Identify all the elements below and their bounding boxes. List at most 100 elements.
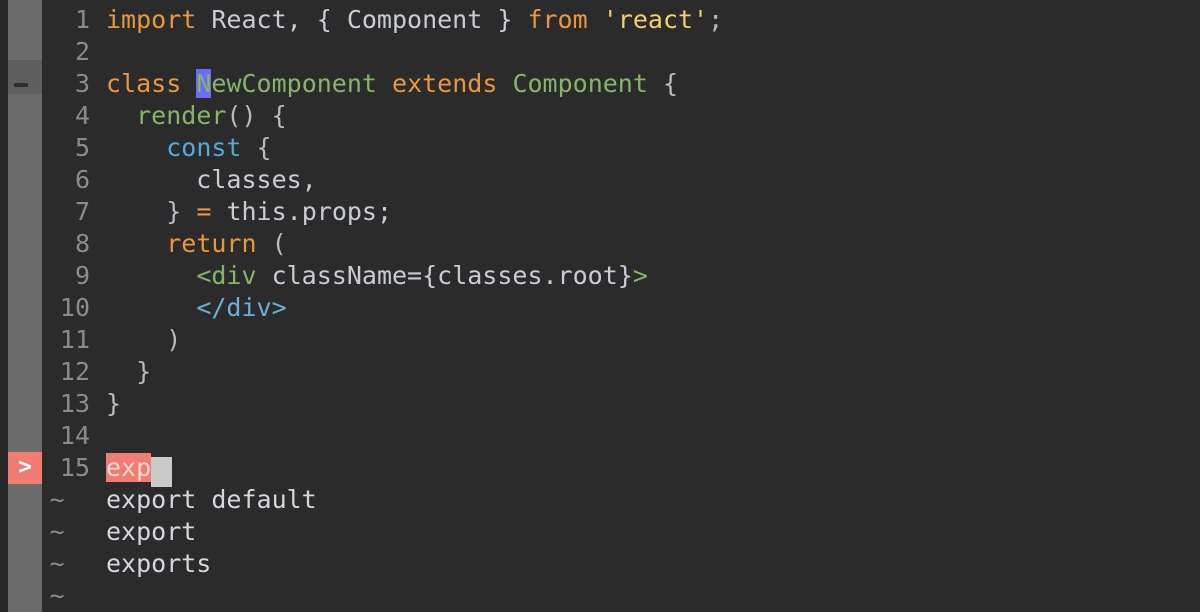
code-token: ( [256,229,287,258]
code-token: 'react' [602,5,709,34]
code-token: } [106,357,152,386]
suggestion-label[interactable]: export default [106,484,317,516]
code-line[interactable]: 7 } = this.props; [42,196,1200,228]
code-token: className={classes.root} [256,261,633,290]
text-cursor [151,457,173,487]
tilde-filler-icon: ~ [49,485,65,514]
code-token: ; [708,5,724,34]
line-number: 7 [74,197,90,226]
tilde-filler-icon: ~ [49,517,65,546]
code-token: { [662,69,679,98]
code-line-text[interactable]: </div> [106,292,287,324]
code-token: <div [196,261,257,290]
code-line[interactable]: 6 classes, [42,164,1200,196]
autocomplete-suggestion-item[interactable]: ~ [42,580,1200,612]
code-line-text[interactable]: class NewComponent extends Component { [106,68,678,100]
code-line[interactable]: 9 <div className={classes.root}> [42,260,1200,292]
line-number: 11 [59,325,90,354]
line-number: 4 [74,101,90,130]
code-token: render [136,101,227,130]
suggestion-label[interactable]: exports [106,548,211,580]
code-line[interactable]: 2 [42,36,1200,68]
error-line-marker[interactable]: > [8,452,42,484]
fold-dash-icon[interactable] [14,83,28,87]
code-line[interactable]: 15 exp [42,452,1200,487]
code-token: this.props; [211,197,393,226]
code-line-text[interactable]: render() { [106,100,287,132]
autocomplete-suggestion-item[interactable]: ~ exports [42,548,1200,580]
line-number: 6 [74,165,90,194]
code-line[interactable]: 4 render() { [42,100,1200,132]
code-token: classes, [106,165,317,194]
code-line[interactable]: 1 import React, { Component } from 'react… [42,4,1200,36]
code-line-text[interactable]: import React, { Component } from 'react'… [106,4,723,36]
code-line[interactable]: 5 const { [42,132,1200,164]
line-number: 2 [74,37,90,66]
editor-surface[interactable]: 1 import React, { Component } from 'react… [42,0,1200,612]
autocomplete-suggestion-item[interactable]: ~ export default [42,484,1200,516]
code-token: ewComponent [211,69,377,98]
code-token: > [632,261,648,290]
code-token-highlighted: exp [106,453,152,482]
code-line-text[interactable]: } = this.props; [106,196,392,228]
line-number: 8 [74,229,90,258]
code-token: return [166,229,257,258]
code-token: extends [392,69,498,98]
code-token: ) [106,325,182,354]
line-number: 3 [74,69,90,98]
code-editor-screen: 1 import React, { Component } from 'react… [0,0,1200,612]
code-line-text[interactable]: <div className={classes.root}> [106,260,648,292]
code-token: class [106,69,182,98]
code-token: { [256,133,272,162]
code-line[interactable]: 14 [42,420,1200,452]
code-line-text[interactable]: return ( [106,228,287,260]
tilde-filler-icon: ~ [49,549,65,578]
suggestion-label[interactable]: export [106,516,196,548]
autocomplete-suggestion-item[interactable]: ~ export [42,516,1200,548]
code-line[interactable]: 13} [42,388,1200,420]
code-line-text[interactable]: const { [106,132,272,164]
code-token-highlighted: N [196,69,212,98]
code-token: () { [226,101,287,130]
code-line[interactable]: 10 </div> [42,292,1200,324]
code-line-text[interactable]: exp [106,452,173,487]
code-token: Component [512,69,648,98]
code-line-text[interactable]: } [106,356,151,388]
line-number: 12 [59,357,90,386]
line-number: 1 [74,5,90,34]
code-token: import [106,5,197,34]
code-token: } [166,197,182,226]
code-token: React, { Component } [196,5,528,34]
code-line-text[interactable]: ) [106,324,181,356]
code-token: = [196,197,212,226]
left-rail [0,0,8,612]
code-line-text[interactable]: classes, [106,164,317,196]
code-token: } [106,389,122,418]
code-line[interactable]: 8 return ( [42,228,1200,260]
line-number: 9 [74,261,90,290]
code-line[interactable]: 3 class NewComponent extends Component { [42,68,1200,100]
tilde-filler-icon: ~ [49,581,65,610]
fold-region-indicator [8,60,42,94]
code-token: </div> [196,293,287,322]
line-number: 5 [74,133,90,162]
line-number: 14 [59,421,90,450]
code-token: const [166,133,242,162]
code-line[interactable]: 12 } [42,356,1200,388]
code-line[interactable]: 11 ) [42,324,1200,356]
line-number: 10 [59,293,90,322]
code-line-text[interactable]: } [106,388,121,420]
